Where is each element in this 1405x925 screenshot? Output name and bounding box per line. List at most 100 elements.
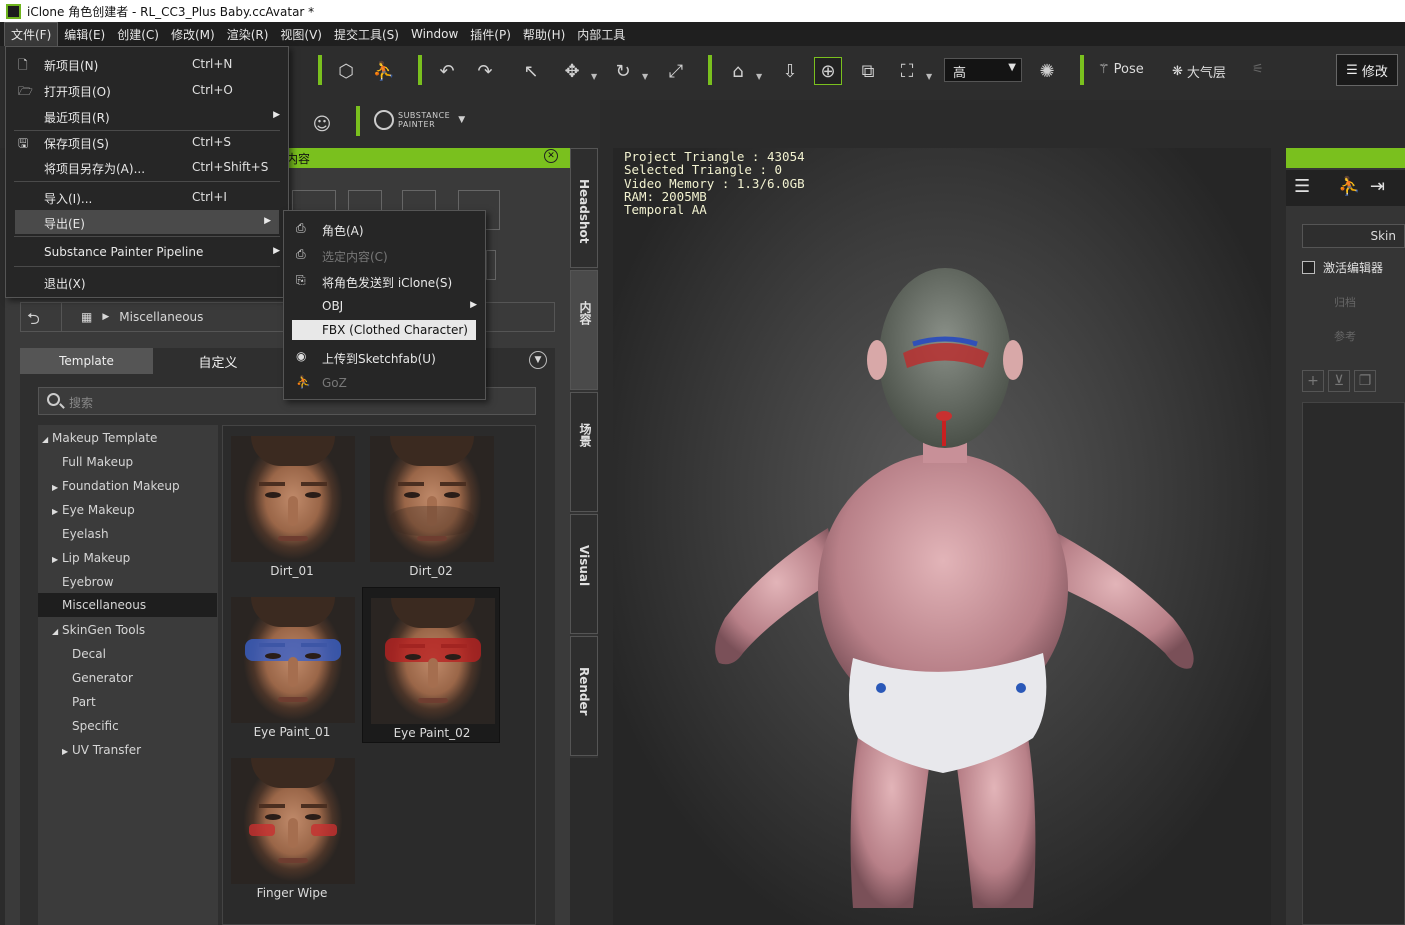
tree-item[interactable]: ▶ Foundation Makeup (38, 474, 217, 498)
select-arrow-icon[interactable]: ↖ (517, 57, 545, 85)
modify-panel-button[interactable]: ☰ 修改 (1336, 54, 1398, 86)
thumbnail-eye-paint-01[interactable]: Eye Paint_01 (223, 587, 361, 743)
menu-separator (14, 181, 280, 182)
menu-file[interactable]: 文件(F) (4, 21, 59, 47)
thumbnail-finger-wipe[interactable]: Finger Wipe (223, 748, 361, 904)
motion-icon[interactable]: ⛹ (1338, 176, 1360, 197)
search-placeholder: 搜索 (69, 396, 94, 410)
activate-editor-checkbox[interactable] (1302, 261, 1315, 274)
menu-item-save-as[interactable]: 将项目另存为(A)... Ctrl+Shift+S (6, 155, 288, 179)
menu-item-export[interactable]: 导出(E) ▶ (15, 210, 279, 234)
rotate-icon[interactable]: ↻ (609, 57, 637, 85)
chevron-down-icon[interactable]: ▼ (529, 351, 547, 369)
menu-item-exit[interactable]: 退出(X) (6, 270, 288, 294)
thumbnail-eye-paint-02-selected[interactable]: Eye Paint_02 (362, 587, 500, 743)
menu-item-import[interactable]: 导入(I)... Ctrl+I (6, 185, 288, 209)
menu-plugins[interactable]: 插件(P) (464, 23, 517, 46)
menu-modify[interactable]: 修改(M) (165, 23, 221, 46)
menu-edit[interactable]: 编辑(E) (58, 23, 111, 46)
menu-window[interactable]: Window (405, 24, 464, 44)
send-to-iclone-icon: ⎘ (296, 273, 306, 287)
tree-item[interactable]: Decal (38, 642, 217, 666)
scale-icon[interactable]: ⤢ (662, 57, 690, 85)
tab-visual[interactable]: Visual (570, 514, 598, 634)
redo-icon[interactable]: ↷ (471, 57, 499, 85)
menu-render[interactable]: 渲染(R) (221, 23, 275, 46)
menu-item-substance-pipeline[interactable]: Substance Painter Pipeline ▶ (6, 240, 288, 264)
frame-icon[interactable]: ⧉ (854, 57, 882, 85)
export-send-to-iclone[interactable]: ⎘ 将角色发送到 iClone(S) (284, 269, 485, 293)
fit-selection-icon[interactable]: ⊕ (814, 57, 842, 85)
activate-editor-row[interactable]: 激活编辑器 (1302, 259, 1383, 276)
atmosphere-button[interactable]: ❋ 大气层 (1172, 62, 1226, 81)
title-bar: iClone 角色创建者 - RL_CC3_Plus Baby.ccAvatar… (0, 0, 1405, 22)
sliders-icon[interactable]: ☰ (1294, 176, 1310, 197)
tree-item[interactable]: Eyelash (38, 522, 217, 546)
move-dropdown-icon[interactable]: ▼ (591, 72, 597, 81)
export-sketchfab[interactable]: ◉ 上传到Sketchfab(U) (284, 345, 485, 369)
3d-viewport[interactable] (613, 148, 1271, 925)
quality-select[interactable]: 高 ▼ (944, 58, 1022, 82)
menu-item-save-project[interactable]: 🖫 保存项目(S) Ctrl+S (6, 130, 288, 154)
tree-item[interactable]: ◢ Makeup Template (38, 426, 217, 450)
modify-panel-header (1286, 148, 1405, 168)
tab-template[interactable]: Template (20, 348, 153, 374)
tree-item[interactable]: ▶ Lip Makeup (38, 546, 217, 570)
home-icon[interactable]: ⌂ (724, 57, 752, 85)
rotate-dropdown-icon[interactable]: ▼ (642, 72, 648, 81)
export-character[interactable]: ⎙ 角色(A) (284, 217, 485, 241)
pose-button[interactable]: ⚚ Pose (1098, 62, 1144, 77)
back-icon[interactable]: ⮌ (27, 308, 40, 335)
menu-view[interactable]: 视图(V) (274, 23, 328, 46)
close-icon[interactable]: ✕ (544, 149, 558, 163)
substance-painter-button[interactable]: SUBSTANCE PAINTER ▼ (374, 110, 465, 130)
collapsed-dropdown[interactable] (486, 250, 496, 280)
tab-render[interactable]: Render (570, 636, 598, 756)
align-bottom-icon[interactable]: ⇩ (776, 57, 804, 85)
menu-item-new-project[interactable]: 🗋 新项目(N) Ctrl+N (6, 52, 288, 76)
tab-content[interactable]: 内容 (570, 270, 598, 390)
skin-button[interactable]: Skin (1302, 224, 1405, 248)
quality-value: 高 (953, 66, 967, 81)
tree-item[interactable]: Full Makeup (38, 450, 217, 474)
thumbnail-dirt-01[interactable]: Dirt_01 (223, 426, 361, 582)
viewport-stats-overlay: Project Triangle : 43054 Selected Triang… (624, 150, 805, 217)
collapsed-triangle-icon: ▶ (62, 747, 69, 756)
tree-item[interactable]: Eyebrow (38, 570, 217, 594)
tree-item-selected[interactable]: Miscellaneous (38, 593, 217, 617)
home-dropdown-icon[interactable]: ▼ (756, 72, 762, 81)
tab-scene[interactable]: 场景 (570, 392, 598, 512)
tab-headshot[interactable]: Headshot (570, 148, 598, 268)
menu-item-recent-projects[interactable]: 最近项目(R) ▶ (6, 104, 288, 128)
menu-internal-tools[interactable]: 内部工具 (571, 23, 631, 46)
tree-item[interactable]: ◢ SkinGen Tools (38, 618, 217, 642)
menu-help[interactable]: 帮助(H) (517, 23, 571, 46)
export-fbx-clothed[interactable]: FBX (Clothed Character) (292, 320, 476, 340)
tree-item[interactable]: Specific (38, 714, 217, 738)
goz-icon: ⛹ (296, 375, 311, 389)
tree-item[interactable]: Part (38, 690, 217, 714)
tree-item[interactable]: Generator (38, 666, 217, 690)
open-folder-icon: 🗁 (18, 84, 33, 98)
light-icon[interactable]: ✺ (1033, 57, 1061, 85)
undo-icon[interactable]: ↶ (433, 57, 461, 85)
breadcrumb-current[interactable]: Miscellaneous (119, 310, 203, 324)
tree-item[interactable]: ▶ UV Transfer (38, 738, 217, 762)
mask-icon[interactable]: ☺ (308, 110, 336, 138)
menu-create[interactable]: 创建(C) (111, 23, 165, 46)
modify-panel-icons: ☰ ⛹ ⇥ (1286, 170, 1405, 206)
move-icon[interactable]: ✥ (558, 57, 586, 85)
baby-character-render (715, 268, 1194, 908)
menu-item-open-project[interactable]: 🗁 打开项目(O) Ctrl+O (6, 78, 288, 102)
export-obj[interactable]: OBJ ▶ (284, 294, 485, 318)
menu-submit-tools[interactable]: 提交工具(S) (328, 23, 405, 46)
camera-dropdown-icon[interactable]: ▼ (926, 72, 932, 81)
walk-icon[interactable]: ⛹ (370, 57, 398, 85)
attach-icon[interactable]: ⇥ (1370, 176, 1385, 197)
tree-item[interactable]: ▶ Eye Makeup (38, 498, 217, 522)
tab-custom[interactable]: 自定义 (153, 348, 283, 374)
cube-view-icon[interactable]: ⬡ (332, 57, 360, 85)
face-thumbnail-image (370, 436, 494, 562)
thumbnail-dirt-02[interactable]: Dirt_02 (362, 426, 500, 582)
camera-frame-icon[interactable]: ⛶ (893, 57, 921, 85)
